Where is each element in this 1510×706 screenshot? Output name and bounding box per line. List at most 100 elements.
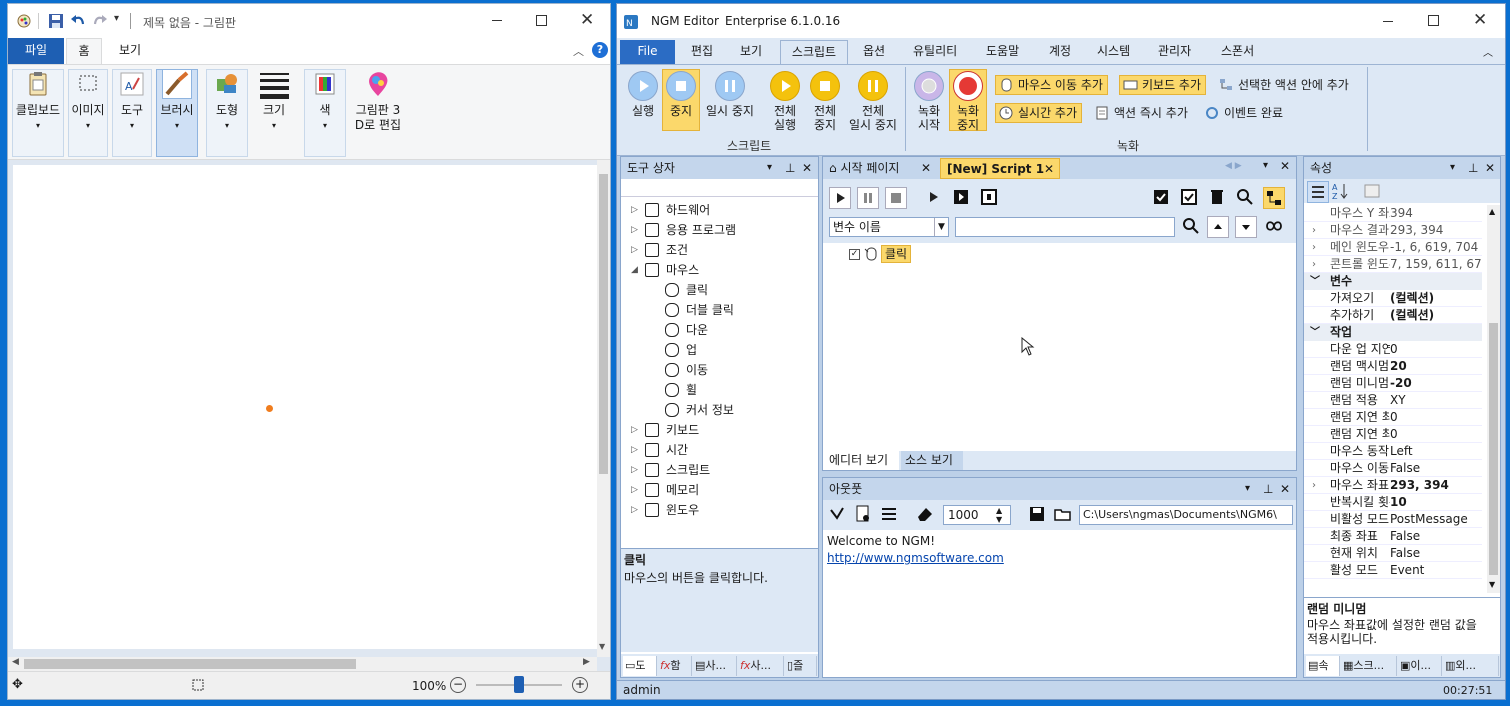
expand-icon[interactable]: › (1312, 477, 1316, 493)
expand-icon[interactable]: ▷ (631, 500, 638, 520)
record-stop-button[interactable]: 녹화 중지 (949, 71, 987, 132)
property-row[interactable]: 마우스 이동 False (1304, 460, 1482, 477)
clear-output-icon[interactable] (827, 504, 849, 526)
undo-icon[interactable] (70, 13, 86, 29)
spinner-icon[interactable]: ▲ ▼ (996, 506, 1002, 524)
property-row[interactable]: › 마우스 결과 293, 394 (1304, 222, 1482, 239)
pin-icon[interactable]: ⊥ (1263, 478, 1273, 500)
panel-close-icon[interactable]: ✕ (1280, 478, 1290, 500)
property-row[interactable]: 활성 모드 Event (1304, 562, 1482, 579)
expand-icon[interactable]: ▷ (631, 220, 638, 240)
zoom-icon[interactable] (1235, 187, 1257, 209)
check-all-icon[interactable] (1179, 187, 1201, 209)
close-button[interactable]: ✕ (580, 10, 594, 30)
add-keyboard-button[interactable]: 키보드 추가 (1119, 75, 1207, 95)
bottom-tab-favorites[interactable]: ▯즐 (785, 656, 817, 676)
panel-dropdown-icon[interactable]: ▾ (1450, 157, 1455, 179)
paint3d-button[interactable]: 그림판 3 D로 편집 (350, 69, 406, 133)
save-icon[interactable] (48, 13, 64, 29)
bottom-tab-external[interactable]: ▥외... (1443, 656, 1499, 676)
open-folder-icon[interactable] (1053, 504, 1075, 526)
run-all-button[interactable]: 전체 실행 (765, 71, 805, 132)
editor-stop-icon[interactable] (885, 187, 907, 209)
pause-all-button[interactable]: 전체 일시 중지 (845, 71, 901, 132)
expand-icon[interactable]: ▷ (631, 420, 638, 440)
properties-scrollbar[interactable]: ▲ ▼ (1487, 205, 1500, 593)
menu-sponsor[interactable]: 스폰서 (1221, 42, 1254, 59)
panel-close-icon[interactable]: ✕ (1485, 157, 1495, 179)
stop-button[interactable]: 중지 (662, 71, 700, 118)
editor-pause-icon[interactable] (857, 187, 879, 209)
quick-access-dropdown-icon[interactable]: ▾ (114, 13, 119, 24)
property-row[interactable]: 랜덤 적용 XY (1304, 392, 1482, 409)
save-log-icon[interactable] (1027, 504, 1049, 526)
move-up-icon[interactable] (1207, 216, 1229, 238)
menu-options[interactable]: 옵션 (863, 42, 885, 59)
ngm-close-button[interactable]: ✕ (1473, 10, 1487, 30)
property-row[interactable]: 다운 업 지연 0 (1304, 341, 1482, 358)
ngm-minimize-button[interactable] (1383, 21, 1393, 22)
minimize-button[interactable] (492, 20, 502, 21)
script-node-click[interactable]: 클릭 (881, 245, 912, 263)
ribbon-minimize-icon[interactable]: ︿ (1483, 44, 1493, 59)
pin-icon[interactable]: ⊥ (785, 157, 795, 179)
maximize-button[interactable] (536, 15, 547, 26)
ribbon-collapse-icon[interactable]: ︿ (573, 43, 584, 59)
check-icon[interactable] (1151, 187, 1173, 209)
property-row[interactable]: 랜덤 지연 최소0 (1304, 426, 1482, 443)
expand-icon[interactable]: ▷ (631, 240, 638, 260)
add-instant-button[interactable]: 액션 즉시 추가 (1091, 103, 1193, 123)
tab-close-icon[interactable]: ✕ (921, 158, 931, 178)
menu-script[interactable]: 스크립트 (780, 40, 848, 64)
zoom-slider-thumb[interactable] (514, 676, 524, 693)
log-path-input[interactable]: C:\Users\ngmas\Documents\NGM6\ (1079, 505, 1293, 525)
tab-close-icon[interactable]: ✕ (1044, 159, 1054, 179)
brush-button[interactable]: 브러시 ▾ (156, 69, 198, 133)
menu-account[interactable]: 계정 (1049, 42, 1071, 59)
collapse-icon[interactable]: ◢ (631, 260, 638, 280)
property-row[interactable]: 랜덤 미니멈 -20 (1304, 375, 1482, 392)
variable-select[interactable]: 변수 이름 ▼ (829, 217, 949, 237)
pin-icon[interactable]: ⊥ (1468, 157, 1478, 179)
bottom-tab-toolbox[interactable]: ▭도 (623, 656, 657, 676)
property-row[interactable]: › 마우스 좌표 293, 394 (1304, 477, 1482, 494)
bottom-tab-user[interactable]: ▤사... (693, 656, 737, 676)
tab-file[interactable]: 파일 (8, 38, 64, 64)
categorized-icon[interactable] (1307, 181, 1329, 203)
property-row[interactable]: 마우스 Y 좌표394 (1304, 205, 1482, 222)
drawing-canvas[interactable] (13, 165, 597, 649)
expand-icon[interactable]: › (1312, 222, 1316, 238)
expand-icon[interactable]: ▷ (631, 460, 638, 480)
menu-help[interactable]: 도움말 (986, 42, 1019, 59)
tab-start-page[interactable]: ⌂ 시작 페이지 ✕ (825, 158, 937, 179)
redo-icon[interactable] (92, 13, 108, 29)
add-mouse-move-button[interactable]: 마우스 이동 추가 (995, 75, 1108, 95)
property-row[interactable]: 마우스 동작 Left (1304, 443, 1482, 460)
tab-list-icon[interactable]: ▾ (1263, 160, 1268, 171)
tree-view-icon[interactable] (1263, 187, 1285, 209)
property-row[interactable]: 추가하기 (컬렉션) (1304, 307, 1482, 324)
loop-icon[interactable] (1263, 216, 1285, 238)
tab-script-1[interactable]: [New] Script 1 ✕ (940, 158, 1060, 179)
colors-button[interactable]: 색 ▾ (304, 69, 346, 133)
tab-source-view[interactable]: 소스 보기 (901, 451, 963, 470)
horizontal-scrollbar[interactable]: ◀ ▶ (8, 657, 597, 671)
line-limit-input[interactable]: 1000 ▲ ▼ (943, 505, 1011, 525)
property-category[interactable]: ﹀ 변수 (1304, 273, 1482, 290)
menu-view[interactable]: 보기 (740, 42, 762, 59)
property-row[interactable]: › 메인 윈도우 -1, 6, 619, 704 (1304, 239, 1482, 256)
add-inside-action-button[interactable]: 선택한 액션 안에 추가 (1215, 75, 1354, 95)
delete-icon[interactable] (1207, 187, 1229, 209)
editor-close-icon[interactable]: ✕ (1280, 159, 1290, 173)
vertical-scrollbar[interactable]: ▼ (597, 160, 610, 657)
output-file-icon[interactable] (853, 504, 875, 526)
editor-play-icon[interactable] (829, 187, 851, 209)
panel-dropdown-icon[interactable]: ▾ (767, 157, 772, 179)
help-icon[interactable]: ? (592, 42, 608, 58)
panel-close-icon[interactable]: ✕ (802, 157, 812, 179)
property-row[interactable]: 반복시킬 횟수10 (1304, 494, 1482, 511)
eraser-icon[interactable] (915, 504, 937, 526)
step-play-icon[interactable] (923, 187, 945, 209)
tools-button[interactable]: A 도구 ▾ (112, 69, 152, 133)
sort-az-icon[interactable]: AZ (1330, 181, 1352, 203)
